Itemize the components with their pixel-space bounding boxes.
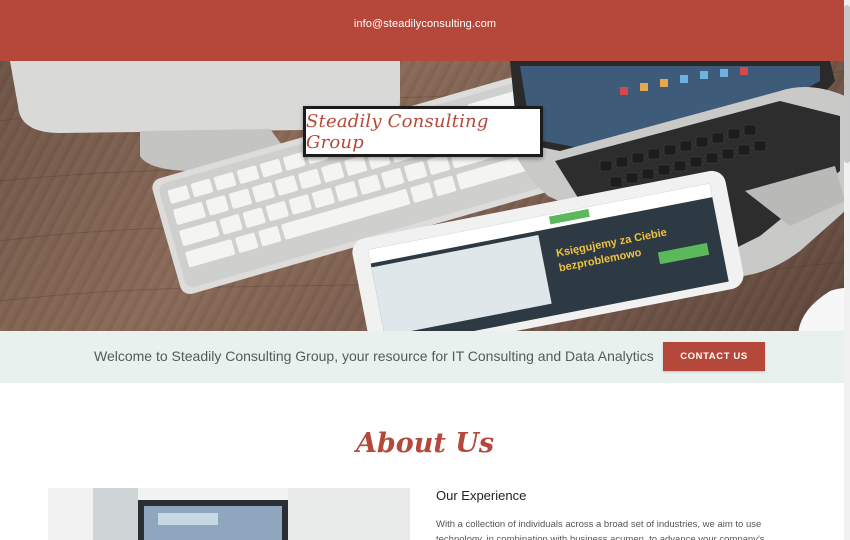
hero-image: Księgujemy za Ciebie bezproblemowo Stead… [0, 61, 850, 331]
experience-title: Our Experience [436, 488, 527, 503]
experience-text: With a collection of individuals across … [436, 519, 765, 540]
office-photo [48, 488, 410, 540]
email-link[interactable]: info@steadilyconsulting.com [0, 18, 850, 30]
about-title: About Us [355, 428, 495, 459]
scrollbar-thumb[interactable] [844, 5, 850, 163]
top-bar: info@steadilyconsulting.com [0, 0, 850, 61]
scrollbar[interactable] [844, 0, 850, 540]
logo-text: Steadily Consulting Group [306, 110, 489, 153]
about-image [48, 488, 410, 540]
contact-us-button[interactable]: CONTACT US [663, 342, 765, 371]
logo[interactable]: Steadily Consulting Group [303, 106, 543, 157]
hero-desk-image: Księgujemy za Ciebie bezproblemowo [0, 61, 850, 331]
welcome-banner: Welcome to Steadily Consulting Group, yo… [0, 331, 850, 383]
welcome-text: Welcome to Steadily Consulting Group, yo… [94, 348, 654, 364]
